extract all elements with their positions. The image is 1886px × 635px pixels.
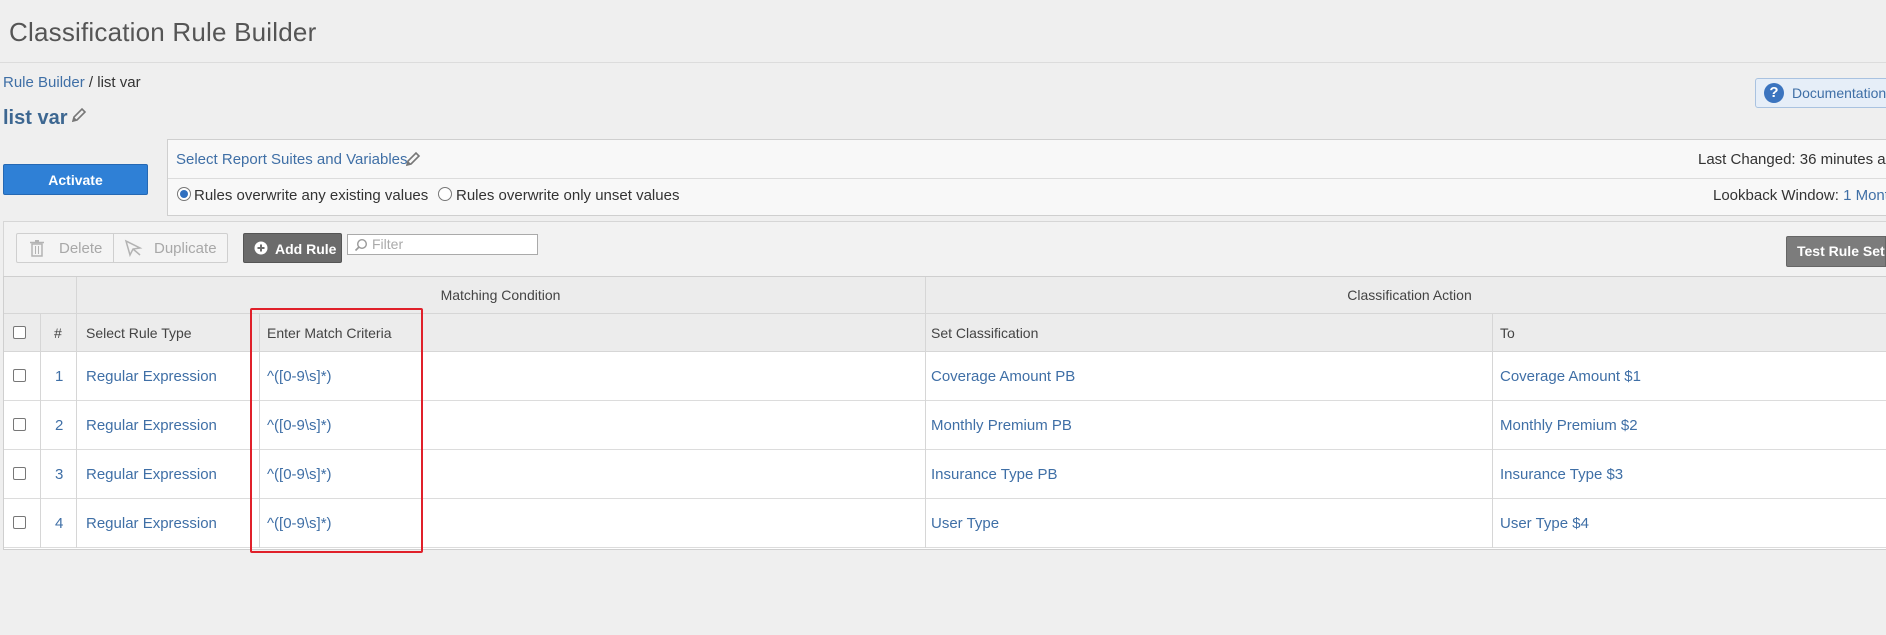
breadcrumb: Rule Builder / list var: [3, 74, 141, 91]
settings-panel: Select Report Suites and Variables Last …: [167, 139, 1886, 216]
row-number: 4: [55, 515, 64, 532]
lookback-label: Lookback Window:: [1713, 187, 1844, 204]
search-icon: [354, 238, 368, 252]
to-value-link[interactable]: Insurance Type $3: [1500, 450, 1623, 499]
header-classification-action: Classification Action: [925, 277, 1886, 314]
plus-icon: [254, 241, 268, 255]
duplicate-button[interactable]: Duplicate: [114, 234, 228, 262]
filter-placeholder: Filter: [372, 236, 404, 252]
add-rule-label: Add Rule: [275, 241, 337, 257]
filter-input[interactable]: Filter: [347, 234, 538, 255]
set-classification-link[interactable]: Monthly Premium PB: [931, 401, 1072, 450]
row-checkbox[interactable]: [13, 418, 26, 431]
delete-label: Delete: [59, 240, 103, 257]
column-divider: [40, 314, 41, 548]
highlight-annotation: [250, 308, 423, 553]
radio-overwrite-existing[interactable]: [177, 187, 191, 201]
rule-type-link[interactable]: Regular Expression: [86, 499, 217, 548]
edit-button-group: Delete Duplicate: [16, 233, 228, 263]
lookback-window: Lookback Window: 1 Month: [1713, 187, 1886, 204]
row-number: 3: [55, 466, 64, 483]
column-header-to: To: [1500, 325, 1515, 341]
pencil-icon[interactable]: [70, 106, 88, 128]
set-classification-link[interactable]: Insurance Type PB: [931, 450, 1057, 499]
last-changed-text: Last Changed: 36 minutes ago: [1698, 151, 1886, 168]
radio-overwrite-unset-label: Rules overwrite only unset values: [456, 187, 680, 204]
rule-type-link[interactable]: Regular Expression: [86, 450, 217, 499]
to-value-link[interactable]: Coverage Amount $1: [1500, 352, 1641, 401]
to-value-link[interactable]: User Type $4: [1500, 499, 1589, 548]
trash-icon: [30, 240, 44, 257]
row-number: 2: [55, 417, 64, 434]
column-divider: [925, 277, 926, 548]
radio-overwrite-existing-label: Rules overwrite any existing values: [194, 187, 429, 204]
rule-type-link[interactable]: Regular Expression: [86, 401, 217, 450]
delete-button[interactable]: Delete: [17, 234, 113, 262]
row-checkbox[interactable]: [13, 516, 26, 529]
page-title: Classification Rule Builder: [9, 17, 317, 47]
lookback-value-link[interactable]: 1 Month: [1843, 187, 1886, 204]
row-checkbox[interactable]: [13, 369, 26, 382]
header-matching-condition: Matching Condition: [76, 277, 925, 314]
column-header-number: #: [54, 325, 62, 341]
documentation-label: Documentation: [1792, 85, 1886, 101]
row-checkbox[interactable]: [13, 467, 26, 480]
breadcrumb-link-rule-builder[interactable]: Rule Builder: [3, 74, 85, 91]
divider: [168, 178, 1886, 179]
question-circle-icon: ?: [1764, 83, 1784, 103]
rule-set-name: list var: [3, 107, 68, 129]
select-all-checkbox[interactable]: [13, 326, 26, 339]
set-classification-link[interactable]: User Type: [931, 499, 999, 548]
column-divider: [76, 277, 77, 548]
breadcrumb-current: list var: [97, 74, 141, 91]
add-rule-button[interactable]: Add Rule: [243, 233, 342, 263]
breadcrumb-separator: /: [84, 74, 98, 91]
documentation-button[interactable]: ? Documentation: [1755, 78, 1886, 108]
duplicate-icon: [124, 239, 143, 257]
activate-button[interactable]: Activate: [3, 164, 148, 195]
to-value-link[interactable]: Monthly Premium $2: [1500, 401, 1638, 450]
select-report-suites-link[interactable]: Select Report Suites and Variables: [176, 151, 408, 168]
row-number: 1: [55, 368, 64, 385]
rule-type-link[interactable]: Regular Expression: [86, 352, 217, 401]
duplicate-label: Duplicate: [154, 240, 217, 257]
column-divider: [1492, 314, 1493, 548]
column-header-rule-type: Select Rule Type: [86, 325, 192, 341]
set-classification-link[interactable]: Coverage Amount PB: [931, 352, 1075, 401]
column-header-set-classification: Set Classification: [931, 325, 1039, 341]
radio-overwrite-unset[interactable]: [438, 187, 452, 201]
pencil-icon[interactable]: [404, 150, 422, 172]
test-rule-set-button[interactable]: Test Rule Set: [1786, 236, 1886, 267]
header-spacer: [4, 277, 76, 314]
